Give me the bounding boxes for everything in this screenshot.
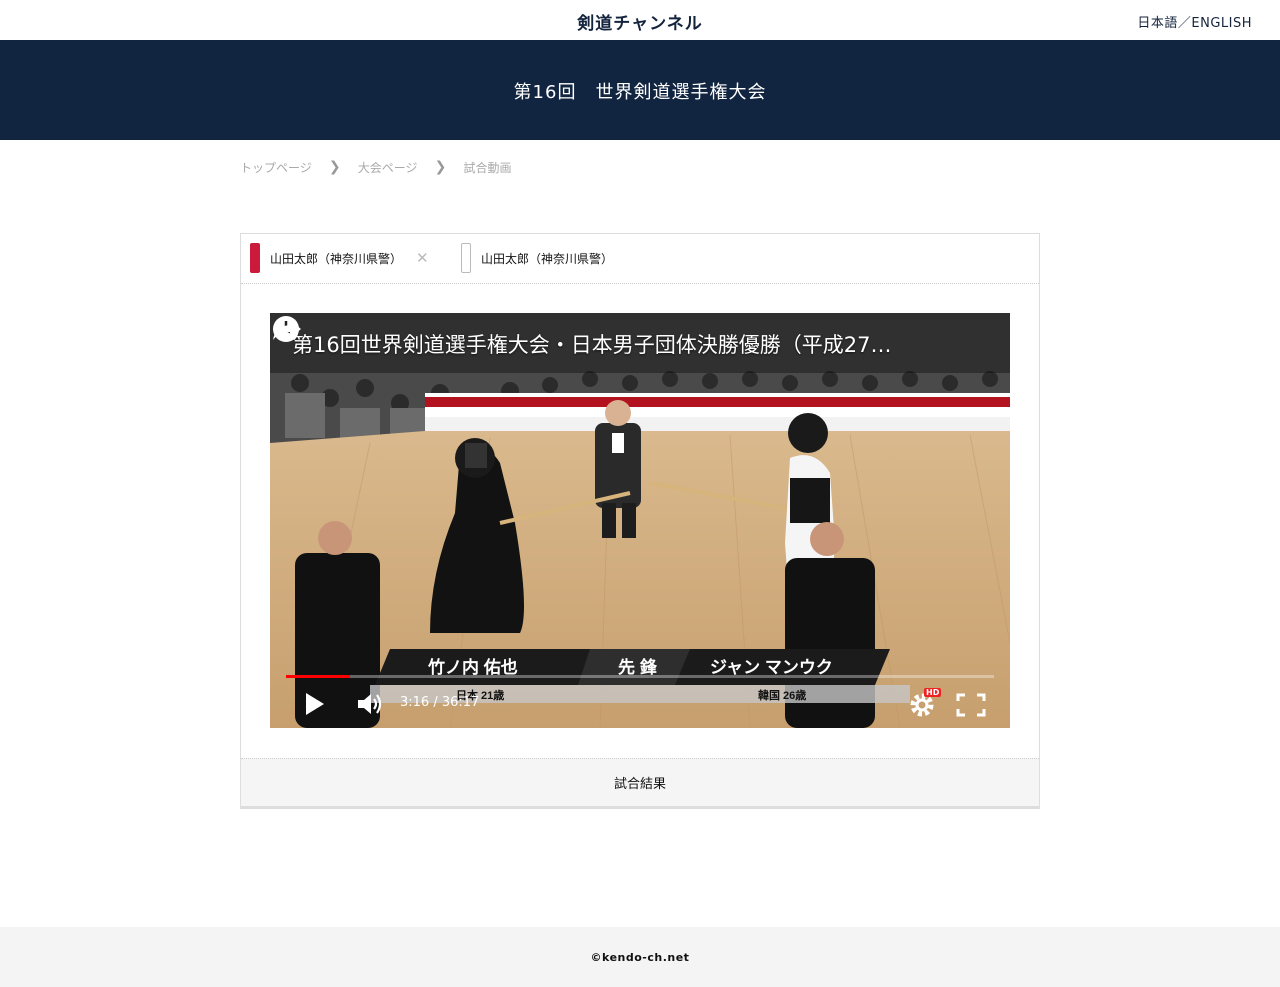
close-icon[interactable]: ✕ <box>416 249 429 267</box>
footer: ©kendo-ch.net <box>0 927 1280 987</box>
video-title[interactable]: 第16回世界剣道選手権大会・日本男子団体決勝優勝（平成27年） <box>292 329 902 359</box>
tab-label: 山田太郎（神奈川県警） <box>270 251 403 266</box>
video-frame: 竹ノ内 佑也 先 鋒 ジャン マンウク 日本 21歳 韓国 26歳 <box>270 313 1010 728</box>
copyright: ©kendo-ch.net <box>590 951 690 964</box>
breadcrumb-tournament[interactable]: 大会ページ <box>358 159 418 176</box>
match-panel: 山田太郎（神奈川県警） ✕ 山田太郎（神奈川県警） 竹ノ内 佑也 先 鋒 ジャン… <box>240 233 1040 809</box>
language-switch[interactable]: 日本語／ENGLISH <box>1137 12 1252 31</box>
player-tabs: 山田太郎（神奈川県警） ✕ 山田太郎（神奈川県警） <box>241 234 1039 284</box>
page-title: 第16回 世界剣道選手権大会 <box>513 82 767 103</box>
video-player[interactable]: 竹ノ内 佑也 先 鋒 ジャン マンウク 日本 21歳 韓国 26歳 第16回世界… <box>270 313 1010 728</box>
progress-bar[interactable] <box>286 675 994 678</box>
caption-left-name: 竹ノ内 佑也 <box>427 657 518 677</box>
breadcrumb-top[interactable]: トップページ <box>240 159 312 176</box>
video-time: 3:16 / 36:17 <box>400 695 480 710</box>
share-icon[interactable] <box>270 313 304 345</box>
hd-badge: HD <box>924 688 942 697</box>
top-bar: 剣道チャンネル 日本語／ENGLISH <box>0 0 1280 40</box>
breadcrumb-current: 試合動画 <box>463 160 512 175</box>
play-icon[interactable] <box>304 691 326 717</box>
chevron-right-icon: ❯ <box>328 159 341 175</box>
tab-label: 山田太郎（神奈川県警） <box>481 251 614 266</box>
breadcrumb: トップページ ❯ 大会ページ ❯ 試合動画 <box>240 158 512 176</box>
red-marker <box>250 243 260 273</box>
white-marker <box>461 243 471 273</box>
hero-banner: 第16回 世界剣道選手権大会 <box>0 40 1280 140</box>
caption-position: 先 鋒 <box>618 657 658 677</box>
progress-fill <box>286 675 350 678</box>
volume-icon[interactable] <box>356 691 384 717</box>
chevron-right-icon: ❯ <box>434 159 447 175</box>
caption-right-info: 韓国 26歳 <box>758 688 806 702</box>
site-title[interactable]: 剣道チャンネル <box>0 9 1280 34</box>
fullscreen-icon[interactable] <box>956 693 986 717</box>
match-result-button[interactable]: 試合結果 <box>241 758 1039 808</box>
tab-player-red[interactable]: 山田太郎（神奈川県警） ✕ <box>250 243 429 273</box>
tab-player-white[interactable]: 山田太郎（神奈川県警） <box>461 243 613 273</box>
